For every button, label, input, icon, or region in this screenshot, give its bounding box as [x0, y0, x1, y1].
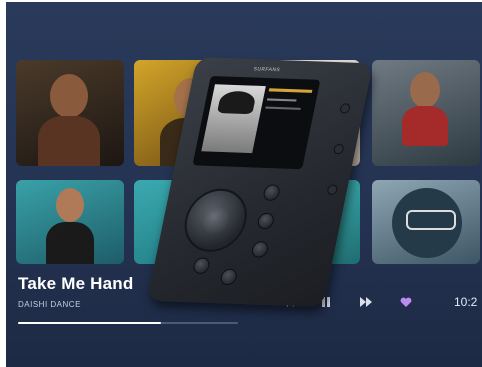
portrait-body — [402, 106, 448, 146]
album-thumbnail-4[interactable] — [372, 60, 480, 166]
clock-time: 10:2 — [454, 295, 478, 309]
now-playing-title: Take Me Hand — [18, 274, 134, 293]
portrait-body — [46, 222, 94, 264]
device-play-button[interactable] — [256, 212, 276, 230]
portrait-head — [50, 74, 88, 118]
device-screen — [192, 75, 321, 170]
device-menu-button[interactable] — [262, 184, 282, 202]
device-track-info — [268, 88, 313, 93]
portrait-head — [410, 72, 440, 108]
device-side-button[interactable] — [326, 184, 339, 195]
device-track-line — [266, 98, 297, 102]
portrait-body — [38, 116, 100, 166]
device-track-line — [265, 106, 301, 110]
portrait-head — [56, 188, 84, 222]
glasses-icon — [406, 210, 456, 230]
device-center-button[interactable] — [200, 206, 232, 234]
heart-icon[interactable] — [396, 292, 416, 312]
device-control-wheel[interactable] — [178, 187, 253, 253]
album-thumbnail-1[interactable] — [16, 60, 124, 166]
device-volume-button[interactable] — [191, 257, 211, 275]
progress-fill — [18, 322, 161, 324]
album-thumbnail-5[interactable] — [16, 180, 124, 264]
device-side-button[interactable] — [339, 103, 351, 114]
device-side-button[interactable] — [332, 143, 345, 155]
device-body: SURFANS — [147, 57, 373, 307]
album-art-figure — [216, 90, 257, 115]
progress-bar[interactable] — [18, 322, 238, 324]
device-back-button[interactable] — [250, 241, 270, 258]
device-power-button[interactable] — [219, 268, 239, 286]
device-brand: SURFANS — [252, 66, 281, 74]
now-playing-artist: DAISHI DANCE — [18, 300, 81, 309]
album-thumbnail-8[interactable] — [372, 180, 480, 264]
device-album-art — [201, 84, 266, 154]
music-player-device: SURFANS — [140, 56, 373, 318]
